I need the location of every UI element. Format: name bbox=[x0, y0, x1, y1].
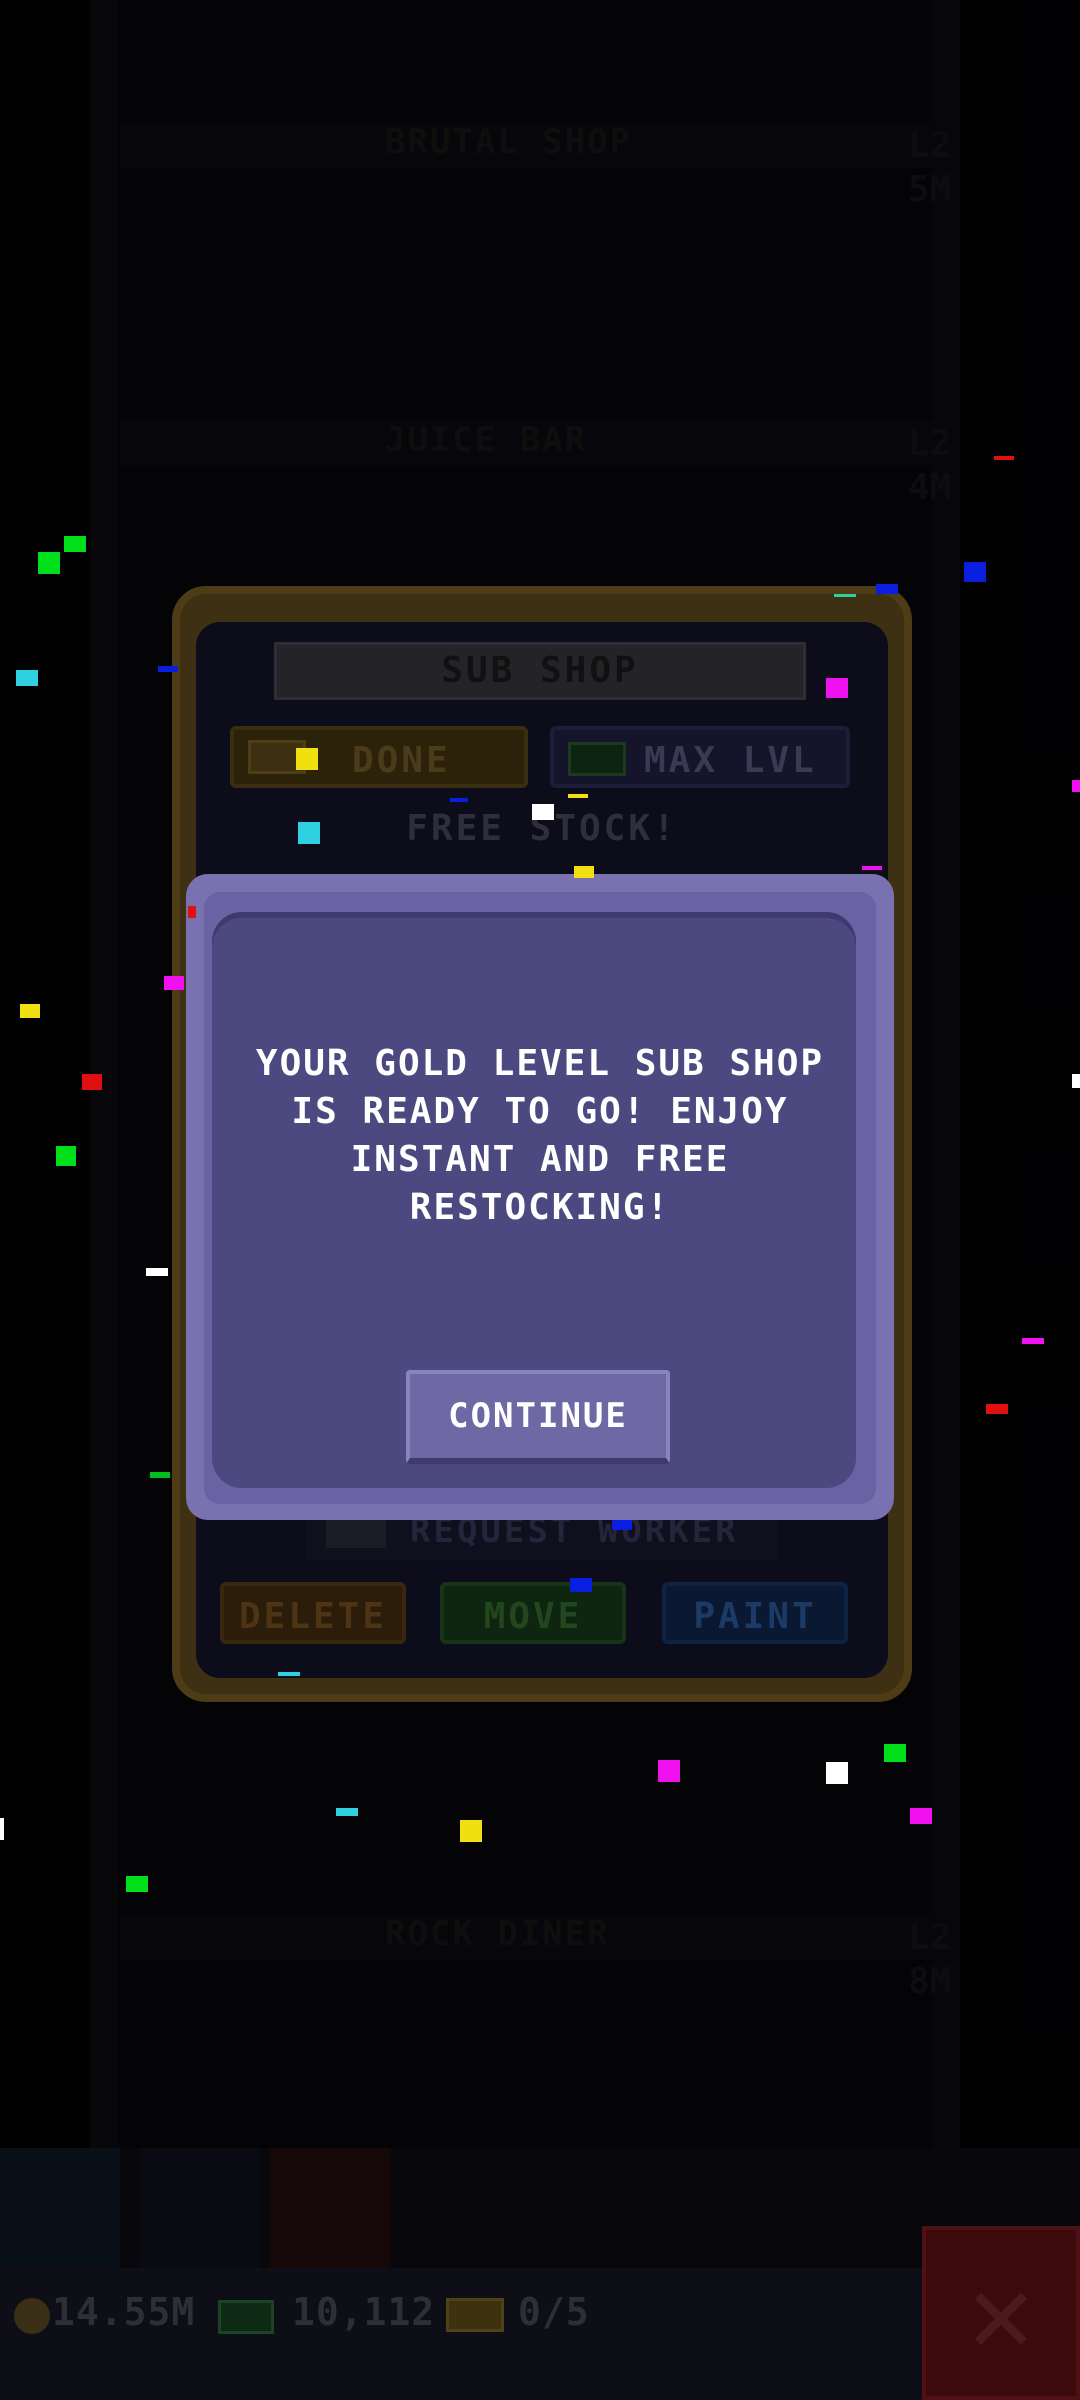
bottom-toolbar bbox=[0, 2148, 1080, 2268]
shop-title: SUB SHOP bbox=[441, 650, 639, 691]
coin-icon bbox=[14, 2298, 50, 2334]
confetti-particle bbox=[1072, 780, 1080, 792]
ticket-icon bbox=[446, 2298, 504, 2332]
confetti-particle bbox=[826, 1762, 848, 1784]
confetti-particle bbox=[612, 1520, 632, 1530]
confetti-particle bbox=[994, 456, 1014, 460]
tool-slot[interactable] bbox=[140, 2148, 260, 2268]
confetti-particle bbox=[278, 1672, 300, 1676]
confetti-particle bbox=[884, 1744, 906, 1762]
confetti-particle bbox=[910, 1808, 932, 1824]
bux-icon bbox=[218, 2300, 274, 2334]
delete-button[interactable]: DELETE bbox=[220, 1582, 406, 1644]
confetti-particle bbox=[20, 1004, 40, 1018]
done-label: DONE bbox=[352, 740, 451, 781]
confetti-particle bbox=[296, 748, 318, 770]
confetti-particle bbox=[460, 1820, 482, 1842]
confetti-particle bbox=[146, 1268, 168, 1276]
bux-count: 10,112 bbox=[292, 2290, 436, 2334]
done-button[interactable]: DONE bbox=[230, 726, 528, 788]
confetti-particle bbox=[188, 906, 196, 918]
tool-slot[interactable] bbox=[270, 2148, 390, 2268]
continue-button[interactable]: CONTINUE bbox=[406, 1370, 670, 1464]
close-button[interactable]: ✕ bbox=[922, 2226, 1080, 2400]
move-button[interactable]: MOVE bbox=[440, 1582, 626, 1644]
confetti-particle bbox=[298, 822, 320, 844]
currency-bar bbox=[0, 2268, 1080, 2400]
confetti-particle bbox=[570, 1578, 592, 1592]
confetti-particle bbox=[826, 678, 848, 698]
confetti-particle bbox=[574, 866, 594, 878]
bux-icon bbox=[568, 742, 626, 776]
confetti-particle bbox=[150, 1472, 170, 1478]
confetti-particle bbox=[986, 1404, 1008, 1414]
confetti-particle bbox=[964, 562, 986, 582]
confetti-particle bbox=[862, 866, 882, 870]
confetti-particle bbox=[158, 666, 178, 672]
confetti-particle bbox=[126, 1876, 148, 1892]
confetti-particle bbox=[532, 804, 554, 820]
dialog-message: YOUR GOLD LEVEL SUB SHOP IS READY TO GO!… bbox=[255, 1043, 825, 1228]
confetti-particle bbox=[450, 798, 468, 802]
tool-slot[interactable] bbox=[0, 2148, 120, 2268]
confetti-particle bbox=[38, 552, 60, 574]
confetti-particle bbox=[82, 1074, 102, 1090]
confetti-particle bbox=[658, 1760, 680, 1782]
confetti-particle bbox=[336, 1808, 358, 1816]
max-level-button[interactable]: MAX LVL bbox=[550, 726, 850, 788]
confetti-particle bbox=[16, 670, 38, 686]
confetti-particle bbox=[1072, 1074, 1080, 1088]
coin-count: 14.55M bbox=[52, 2290, 196, 2334]
paint-button[interactable]: PAINT bbox=[662, 1582, 848, 1644]
close-x-icon: ✕ bbox=[967, 2249, 1035, 2377]
confetti-particle bbox=[0, 1818, 4, 1840]
confetti-particle bbox=[56, 1146, 76, 1166]
confetti-particle bbox=[1022, 1338, 1044, 1344]
confetti-particle bbox=[876, 584, 898, 594]
confetti-particle bbox=[164, 976, 184, 990]
confetti-particle bbox=[568, 794, 588, 798]
confetti-particle bbox=[64, 536, 86, 552]
max-level-label: MAX LVL bbox=[644, 740, 817, 781]
ticket-count: 0/5 bbox=[518, 2290, 590, 2334]
confetti-particle bbox=[834, 594, 856, 597]
